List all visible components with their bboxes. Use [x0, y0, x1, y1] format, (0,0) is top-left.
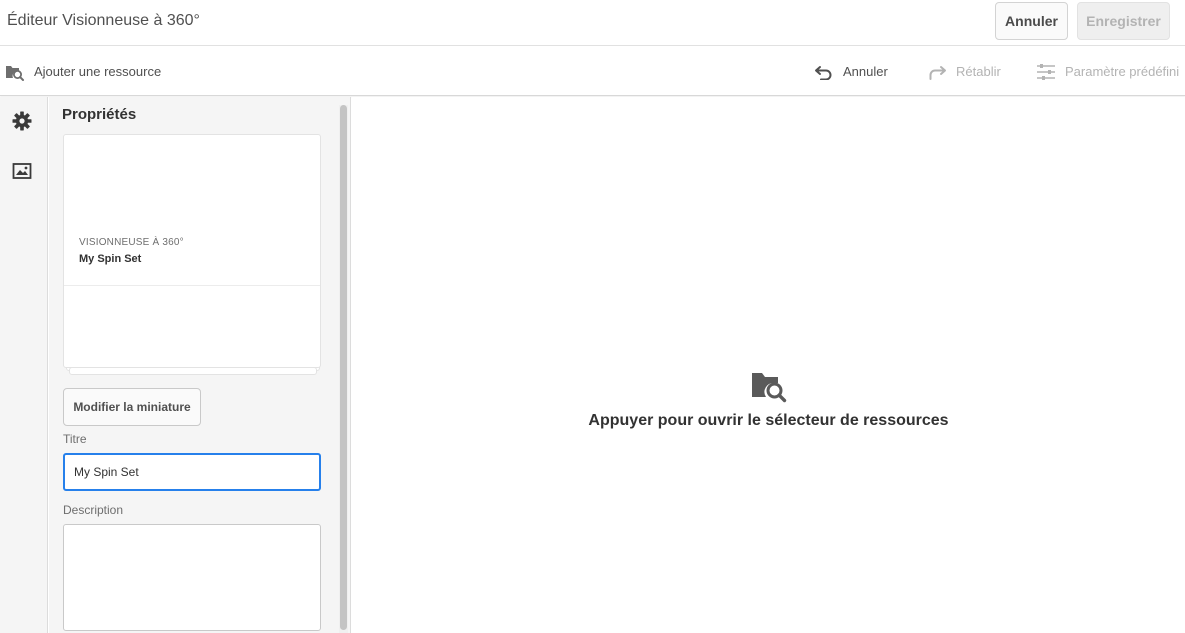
- add-resource-label: Ajouter une ressource: [34, 64, 162, 79]
- gear-icon[interactable]: [11, 110, 33, 132]
- folder-search-icon: [751, 373, 786, 403]
- undo-icon: [815, 65, 832, 80]
- title-bar: Éditeur Visionneuse à 360° Annuler Enreg…: [0, 0, 1185, 46]
- undo-button[interactable]: Annuler: [814, 47, 888, 96]
- page-title: Éditeur Visionneuse à 360°: [7, 12, 200, 29]
- modify-thumbnail-button[interactable]: Modifier la miniature: [63, 388, 201, 426]
- folder-search-icon: [6, 65, 24, 81]
- undo-label: Annuler: [843, 64, 888, 79]
- card-divider: [64, 285, 320, 286]
- open-asset-picker[interactable]: Appuyer pour ouvrir le sélecteur de ress…: [352, 369, 1185, 430]
- description-field[interactable]: [63, 524, 321, 631]
- cancel-button[interactable]: Annuler: [995, 2, 1068, 40]
- image-icon[interactable]: [11, 160, 33, 182]
- save-button[interactable]: Enregistrer: [1077, 2, 1170, 40]
- card-type-label: VISIONNEUSE À 360°: [79, 237, 184, 248]
- panel-scrollbar-thumb[interactable]: [340, 105, 347, 630]
- title-field-label: Titre: [63, 432, 87, 446]
- action-bar: Ajouter une ressource Annuler Rétablir P…: [0, 47, 1185, 96]
- add-resource-button[interactable]: Ajouter une ressource: [5, 47, 161, 96]
- redo-icon: [929, 65, 946, 80]
- sliders-icon: [1037, 63, 1055, 80]
- preset-label: Paramètre prédéfini: [1065, 64, 1180, 79]
- canvas-area[interactable]: Appuyer pour ouvrir le sélecteur de ress…: [352, 97, 1185, 633]
- redo-button[interactable]: Rétablir: [927, 47, 1001, 96]
- properties-panel: Propriétés VISIONNEUSE À 360° My Spin Se…: [49, 97, 351, 633]
- left-rail: [0, 97, 48, 633]
- redo-label: Rétablir: [956, 64, 1001, 79]
- asset-card[interactable]: VISIONNEUSE À 360° My Spin Set: [63, 134, 321, 368]
- card-stack-shadow: [69, 367, 317, 375]
- properties-title: Propriétés: [62, 106, 137, 123]
- card-name: My Spin Set: [79, 253, 142, 265]
- description-field-label: Description: [63, 503, 124, 517]
- picker-text: Appuyer pour ouvrir le sélecteur de ress…: [588, 412, 949, 429]
- title-field[interactable]: [63, 453, 321, 491]
- preset-button[interactable]: Paramètre prédéfini: [1036, 47, 1179, 96]
